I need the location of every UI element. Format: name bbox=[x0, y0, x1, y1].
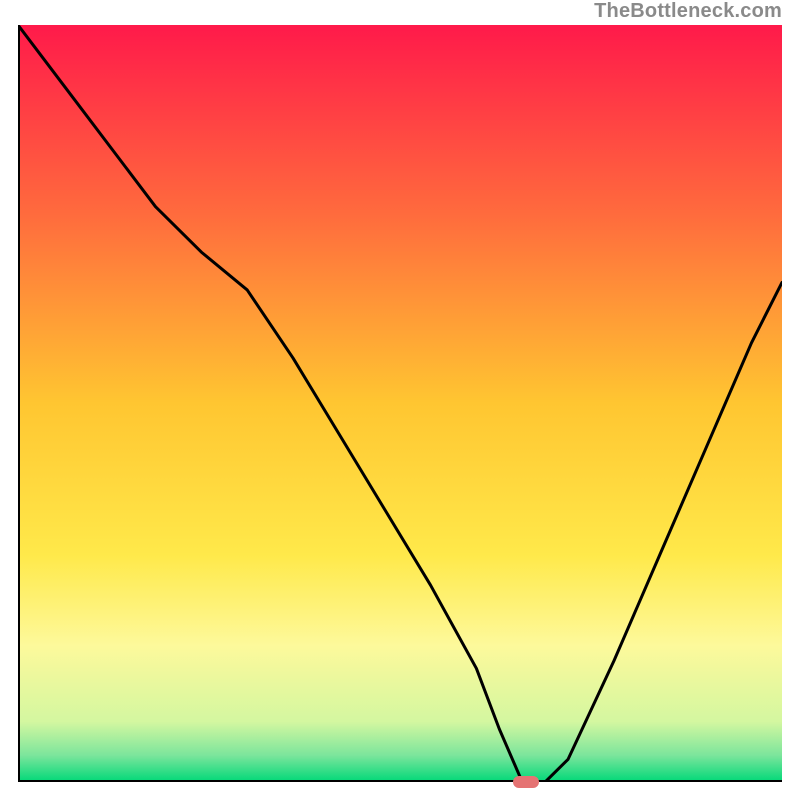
chart-container: TheBottleneck.com bbox=[0, 0, 800, 800]
chart-plot bbox=[18, 25, 782, 782]
optimal-point-marker bbox=[513, 776, 539, 788]
watermark-text: TheBottleneck.com bbox=[594, 0, 782, 23]
chart-background-gradient bbox=[18, 25, 782, 782]
